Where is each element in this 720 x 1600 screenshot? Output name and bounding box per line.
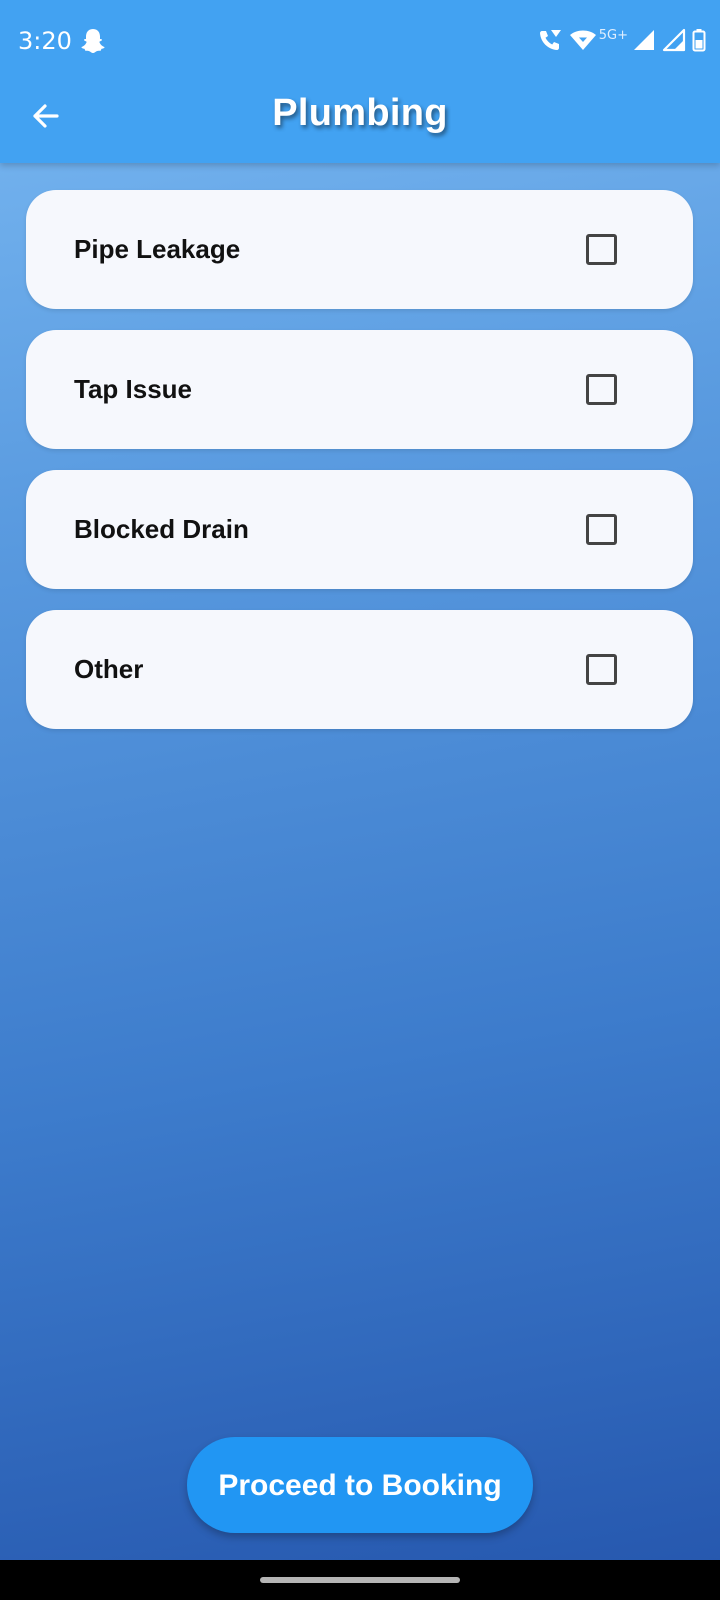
page-title: Plumbing xyxy=(272,92,448,134)
status-time: 3:20 xyxy=(18,27,72,55)
option-blocked-drain[interactable]: Blocked Drain xyxy=(26,470,693,589)
option-label: Blocked Drain xyxy=(74,514,249,544)
system-navigation-bar xyxy=(0,1560,720,1600)
checkbox[interactable] xyxy=(586,514,617,545)
option-other[interactable]: Other xyxy=(26,610,693,729)
snapchat-icon xyxy=(80,27,106,55)
battery-icon xyxy=(692,28,706,57)
home-gesture-handle[interactable] xyxy=(260,1577,460,1583)
wifi-icon xyxy=(569,28,597,57)
option-pipe-leakage[interactable]: Pipe Leakage xyxy=(26,190,693,309)
screen: 3:20 5G+ Plumbing Pipe Leakage Tap Issue… xyxy=(0,0,720,1600)
wifi-calling-icon xyxy=(537,27,563,58)
network-type-label: 5G+ xyxy=(598,27,628,43)
checkbox[interactable] xyxy=(586,654,617,685)
signal-icon xyxy=(662,28,686,57)
top-app-bar: 3:20 5G+ Plumbing xyxy=(0,0,720,163)
proceed-to-booking-button[interactable]: Proceed to Booking xyxy=(187,1437,533,1533)
checkbox[interactable] xyxy=(586,374,617,405)
header: Plumbing xyxy=(0,84,720,163)
signal-icon xyxy=(632,28,656,57)
option-label: Pipe Leakage xyxy=(74,234,241,264)
option-label: Other xyxy=(74,654,144,684)
checkbox[interactable] xyxy=(586,234,617,265)
option-label: Tap Issue xyxy=(74,374,193,404)
status-bar: 3:20 5G+ xyxy=(0,0,720,84)
status-icons: 5G+ xyxy=(537,28,706,56)
option-tap-issue[interactable]: Tap Issue xyxy=(26,330,693,449)
options-list: Pipe Leakage Tap Issue Blocked Drain Oth… xyxy=(26,190,693,750)
